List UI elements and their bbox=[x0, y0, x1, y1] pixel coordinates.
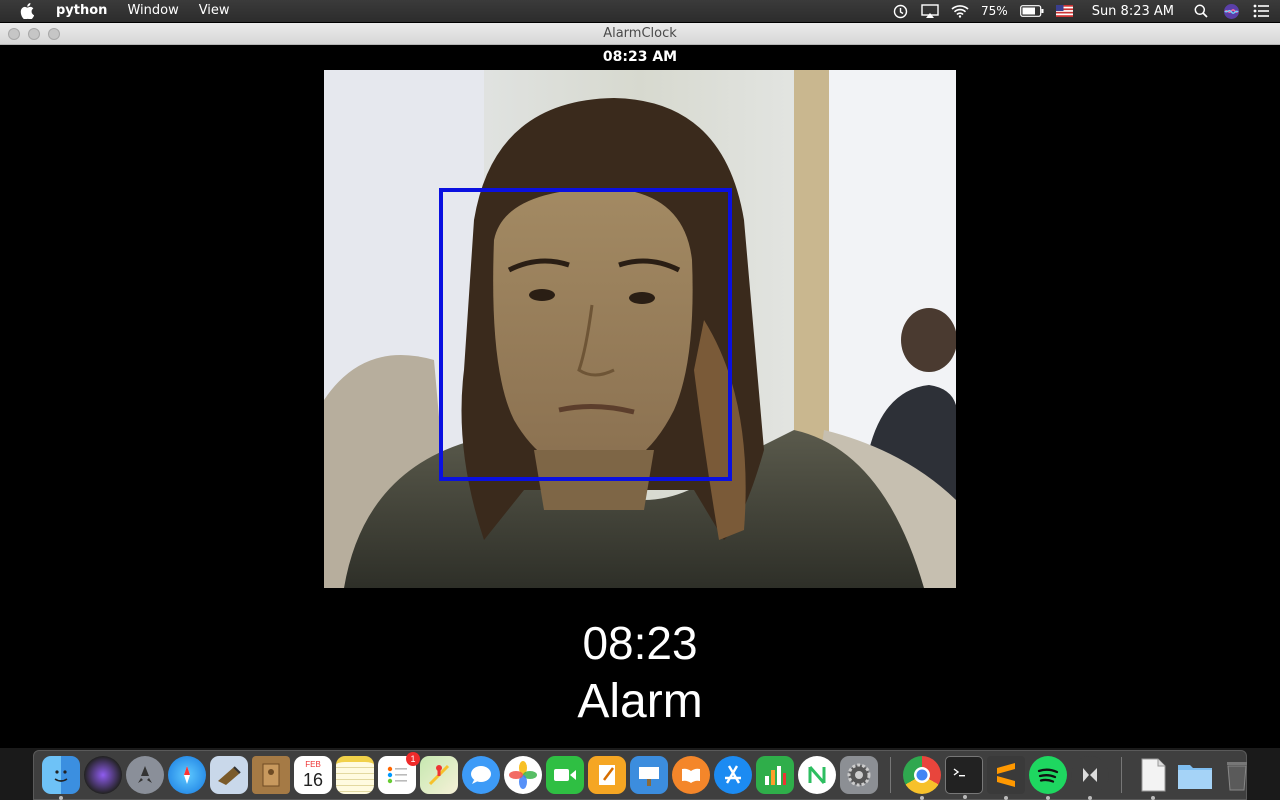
window-title: AlarmClock bbox=[603, 26, 677, 41]
notification-center-icon[interactable] bbox=[1252, 3, 1270, 19]
current-time-header: 08:23 AM bbox=[602, 49, 678, 65]
siri-icon[interactable] bbox=[84, 756, 122, 794]
dock-separator bbox=[1121, 757, 1122, 793]
alarm-time: 08:23 bbox=[582, 617, 698, 669]
chrome-icon[interactable] bbox=[903, 756, 941, 800]
wifi-icon[interactable] bbox=[951, 3, 969, 19]
input-flag-icon[interactable] bbox=[1056, 3, 1074, 19]
pages-icon[interactable] bbox=[588, 756, 626, 794]
alarmclock-window: AlarmClock 08:23 AM 08:23 Alarm bbox=[0, 23, 1280, 748]
calendar-day: 16 bbox=[302, 770, 324, 790]
contacts-icon[interactable] bbox=[252, 756, 290, 794]
python-document-icon[interactable] bbox=[1134, 756, 1172, 800]
menu-view[interactable]: View bbox=[189, 0, 240, 22]
finder-icon[interactable] bbox=[42, 756, 80, 800]
battery-icon[interactable] bbox=[1019, 3, 1044, 19]
reminders-badge: 1 bbox=[406, 752, 420, 766]
alarm-label: Alarm bbox=[577, 675, 703, 728]
keynote-icon[interactable] bbox=[630, 756, 668, 794]
trash-icon[interactable] bbox=[1218, 756, 1256, 794]
calendar-month: FEB bbox=[305, 760, 321, 769]
dock-separator bbox=[890, 757, 891, 793]
window-controls bbox=[8, 28, 60, 40]
timemachine-icon[interactable] bbox=[891, 3, 909, 19]
spotlight-icon[interactable] bbox=[1192, 3, 1210, 19]
mail-icon[interactable] bbox=[210, 756, 248, 794]
reminders-icon[interactable]: 1 bbox=[378, 752, 420, 794]
ibooks-icon[interactable] bbox=[672, 756, 710, 794]
terminal-icon[interactable] bbox=[945, 756, 983, 799]
close-button[interactable] bbox=[8, 28, 20, 40]
maps-icon[interactable] bbox=[420, 756, 458, 794]
menu-clock[interactable]: Sun 8:23 AM bbox=[1092, 4, 1174, 19]
calendar-icon[interactable]: FEB 16 bbox=[294, 756, 332, 794]
facetime-icon[interactable] bbox=[546, 756, 584, 794]
evernote-icon[interactable] bbox=[798, 756, 836, 794]
numbers-icon[interactable] bbox=[756, 756, 794, 794]
menu-window[interactable]: Window bbox=[117, 0, 188, 22]
safari-icon[interactable] bbox=[168, 756, 206, 794]
spotify-icon[interactable] bbox=[1029, 756, 1067, 800]
apple-icon[interactable] bbox=[18, 2, 36, 20]
folder-icon[interactable] bbox=[1176, 756, 1214, 794]
menu-bar: python Window View 75% Sun 8:23 AM bbox=[0, 0, 1280, 22]
notes-icon[interactable] bbox=[336, 756, 374, 794]
window-titlebar[interactable]: AlarmClock bbox=[0, 23, 1280, 45]
dock: FEB 16 1 bbox=[33, 750, 1247, 800]
airplay-icon[interactable] bbox=[921, 3, 939, 19]
photos-icon[interactable] bbox=[504, 756, 542, 794]
system-preferences-icon[interactable] bbox=[840, 756, 878, 794]
battery-percent[interactable]: 75% bbox=[981, 4, 1008, 18]
dock-area: FEB 16 1 bbox=[0, 748, 1280, 800]
sublime-text-icon[interactable] bbox=[987, 756, 1025, 800]
siri-icon[interactable] bbox=[1222, 3, 1240, 19]
minimize-button[interactable] bbox=[28, 28, 40, 40]
launchpad-icon[interactable] bbox=[126, 756, 164, 794]
kivy-icon[interactable] bbox=[1071, 756, 1109, 800]
window-content: 08:23 AM 08:23 Alarm bbox=[0, 45, 1280, 747]
messages-icon[interactable] bbox=[462, 756, 500, 794]
camera-feed bbox=[324, 70, 956, 588]
app-store-icon[interactable] bbox=[714, 756, 752, 794]
zoom-button[interactable] bbox=[48, 28, 60, 40]
menu-app-name[interactable]: python bbox=[46, 0, 117, 22]
